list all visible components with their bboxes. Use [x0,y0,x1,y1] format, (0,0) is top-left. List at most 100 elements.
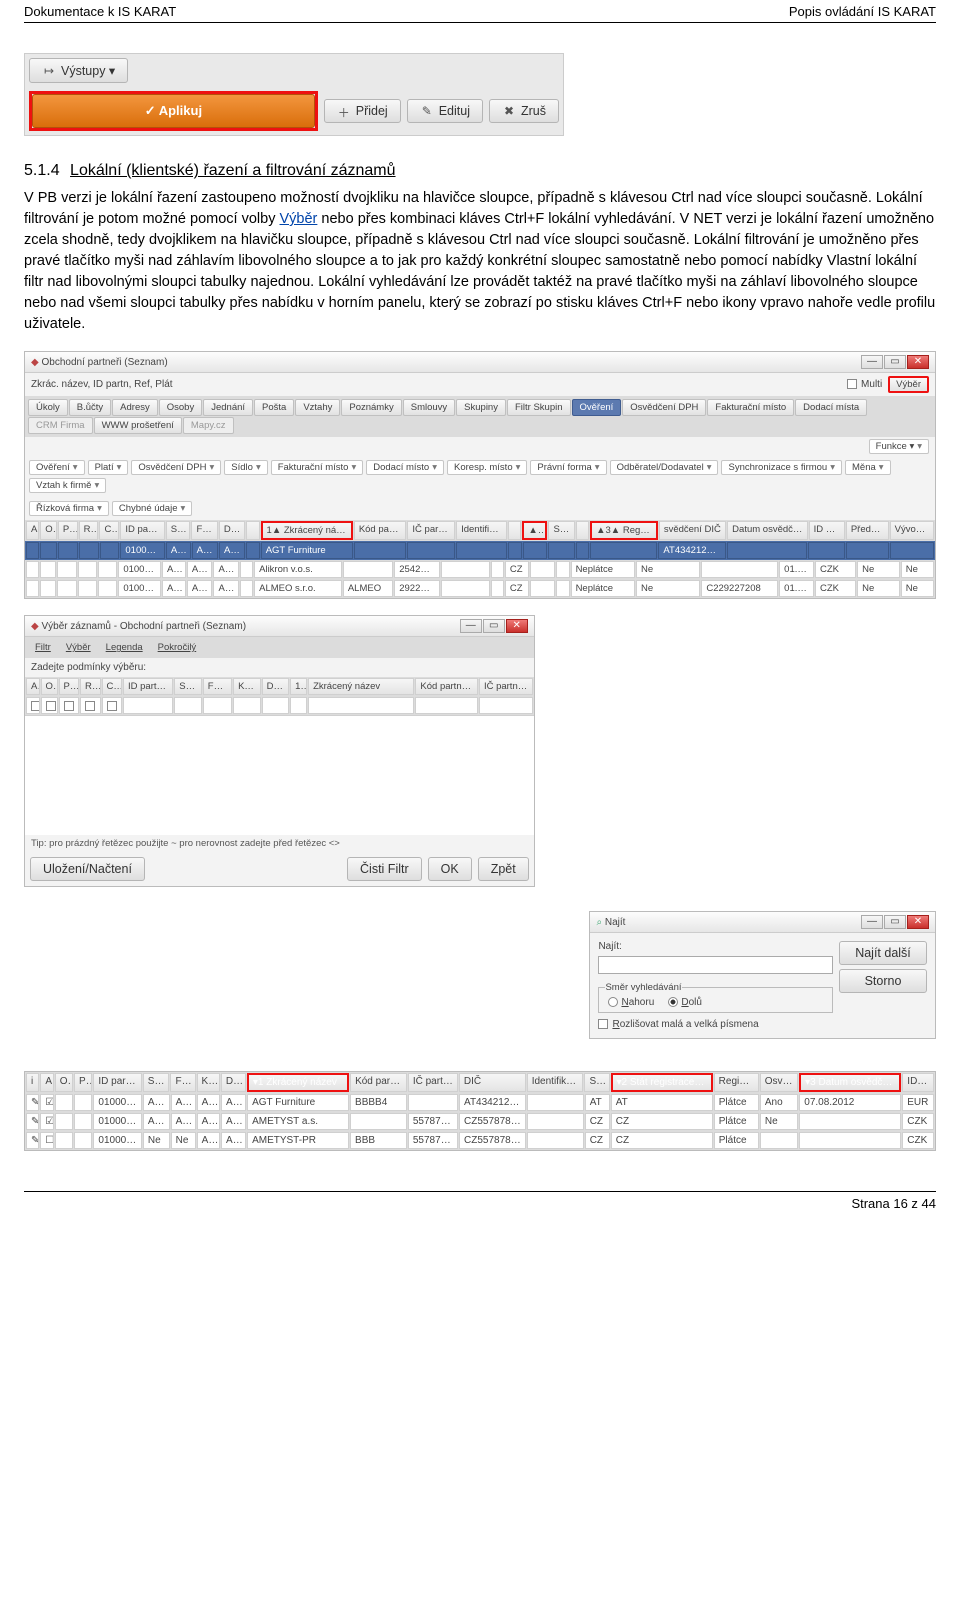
column-header[interactable]: Faktu [203,678,232,695]
column-header[interactable]: IČ partnera [408,1073,458,1092]
filter-input[interactable] [233,697,261,714]
column-header[interactable]: 1▲ [290,678,307,695]
filter-input[interactable] [262,697,290,714]
column-header[interactable]: ▾1 Zkrácený název [247,1073,349,1092]
filter-m-na[interactable]: Měna [845,460,891,475]
chyb-filter[interactable]: Chybné údaje [112,501,192,516]
column-header[interactable]: Faktu [191,521,217,540]
pridej-button[interactable]: ＋ Přidej [324,99,401,123]
column-header[interactable]: DIČ [459,1073,526,1092]
tab-osv-d-en-dph[interactable]: Osvědčení DPH [622,399,706,416]
filter-pr-vn-forma[interactable]: Právní forma [530,460,606,475]
filter-input[interactable] [174,697,202,714]
zp-t-button[interactable]: Zpět [478,857,529,881]
column-header[interactable]: IČ partnera [479,678,533,695]
column-header[interactable]: Stát [584,1073,609,1092]
column-header[interactable]: Ch [102,678,123,695]
column-header[interactable]: Předkládat [846,521,889,540]
tab-faktura-n-m-sto[interactable]: Fakturační místo [707,399,794,416]
column-header[interactable]: ▲3▲ Registrace k DPH [590,521,658,540]
tab-po-ta[interactable]: Pošta [254,399,294,416]
column-header[interactable]: Kód partnera [415,678,478,695]
riz-filter[interactable]: Řízková firma [29,501,109,516]
column-header[interactable]: Fakt [170,1073,195,1092]
find-next-button[interactable]: Najít další [839,941,927,965]
close-icon[interactable]: ✕ [907,915,929,929]
close-icon[interactable]: ✕ [907,355,929,369]
column-header[interactable]: Identifikace s. [527,1073,584,1092]
column-header[interactable]: Riz [80,678,101,695]
filter-input[interactable] [41,697,58,714]
column-header[interactable]: Plat [59,678,80,695]
column-header[interactable]: Kód partnera [350,1073,407,1092]
tab-skupiny[interactable]: Skupiny [456,399,506,416]
column-header[interactable]: ▲2▲ Stát [522,521,547,540]
column-header[interactable]: 1▲ Zkrácený název [261,521,353,540]
filter-koresp-m-sto[interactable]: Koresp. místo [447,460,527,475]
column-header[interactable]: Ov [55,1073,73,1092]
column-header[interactable]: Sídlo [166,521,191,540]
column-header[interactable]: IČ partnera [407,521,455,540]
column-header[interactable]: Plat [58,521,78,540]
zrus-button[interactable]: ✖ Zruš [489,99,559,123]
column-header[interactable] [508,521,521,540]
minimize-icon[interactable]: — [861,915,883,929]
column-header[interactable]: ID partnera [123,678,173,695]
column-header[interactable]: Identifikace [456,521,507,540]
filter-input[interactable] [26,697,40,714]
column-header[interactable]: Sídlo [143,1073,170,1092]
tab-osoby[interactable]: Osoby [159,399,202,416]
filter-input[interactable] [123,697,173,714]
filter-osv-d-en-dph[interactable]: Osvědčení DPH [131,460,221,475]
tab-crm-firma[interactable]: CRM Firma [28,417,93,434]
tab-filtr-skupin[interactable]: Filtr Skupin [507,399,571,416]
tab-www-pro-et-en-[interactable]: WWW prošetření [94,417,182,434]
filter-vztah-k-firm-[interactable]: Vztah k firmě [29,478,106,493]
tab-jedn-n-[interactable]: Jednání [203,399,253,416]
table-row[interactable]: 01000031AnoAnoAnoAlikron v.o.s.25422512C… [25,560,935,579]
aplikuj-button[interactable]: Aplikuj [32,94,315,128]
column-header[interactable]: i [26,1073,39,1092]
radio-up[interactable]: NNahoruahoru [605,997,654,1008]
column-header[interactable]: Kor [197,1073,220,1092]
storno-button[interactable]: Storno [839,969,927,993]
menu-výběr[interactable]: Výběr [59,640,98,655]
filter-input[interactable] [415,697,478,714]
tab-adresy[interactable]: Adresy [112,399,158,416]
column-header[interactable] [246,521,259,540]
tab-pozn-mky[interactable]: Poznámky [341,399,401,416]
column-header[interactable]: Datum osvědčení DPH [727,521,807,540]
filter-plat-[interactable]: Platí [88,460,129,475]
filter-input[interactable] [59,697,80,714]
table-row[interactable]: ✎☑01000039AnoAnoAnoAnoAMETYST a.s.557878… [25,1112,935,1131]
maximize-icon[interactable]: ▭ [884,355,906,369]
column-header[interactable]: Pla [74,1073,92,1092]
table-row[interactable]: ✎☑01000019AnoAnoAnoAnoAGT FurnitureBBBB4… [25,1093,935,1112]
tab-vztahy[interactable]: Vztahy [295,399,340,416]
tab-b-ty[interactable]: B.ůčty [69,399,111,416]
column-header[interactable]: Kód partnera [354,521,407,540]
column-header[interactable]: Ch [99,521,119,540]
column-header[interactable]: Riz [79,521,99,540]
filter-input[interactable] [479,697,533,714]
filter-input[interactable] [308,697,414,714]
column-header[interactable]: Dod [221,1073,246,1092]
column-header[interactable]: A [40,1073,53,1092]
column-header[interactable]: ID měn [902,1073,934,1092]
find-input[interactable] [598,956,833,974]
column-header[interactable]: Stát r. [548,521,574,540]
column-header[interactable]: Ov [40,521,57,540]
filter-input[interactable] [290,697,307,714]
close-icon[interactable]: ✕ [506,619,528,633]
tab--koly[interactable]: Úkoly [28,399,68,416]
filter-dodac-m-sto[interactable]: Dodací místo [366,460,444,475]
column-header[interactable]: ▾2 Stát registrace k DPH [611,1073,713,1092]
multi-checkbox[interactable]: Multi [847,379,882,390]
column-header[interactable]: Osvědče [760,1073,798,1092]
-isti-filtr-button[interactable]: Čisti Filtr [347,857,422,881]
column-header[interactable]: Doda [219,521,245,540]
filter-faktura-n-m-sto[interactable]: Fakturační místo [271,460,364,475]
filter-input[interactable] [203,697,232,714]
column-header[interactable]: A [26,678,40,695]
column-header[interactable]: Doda [262,678,290,695]
